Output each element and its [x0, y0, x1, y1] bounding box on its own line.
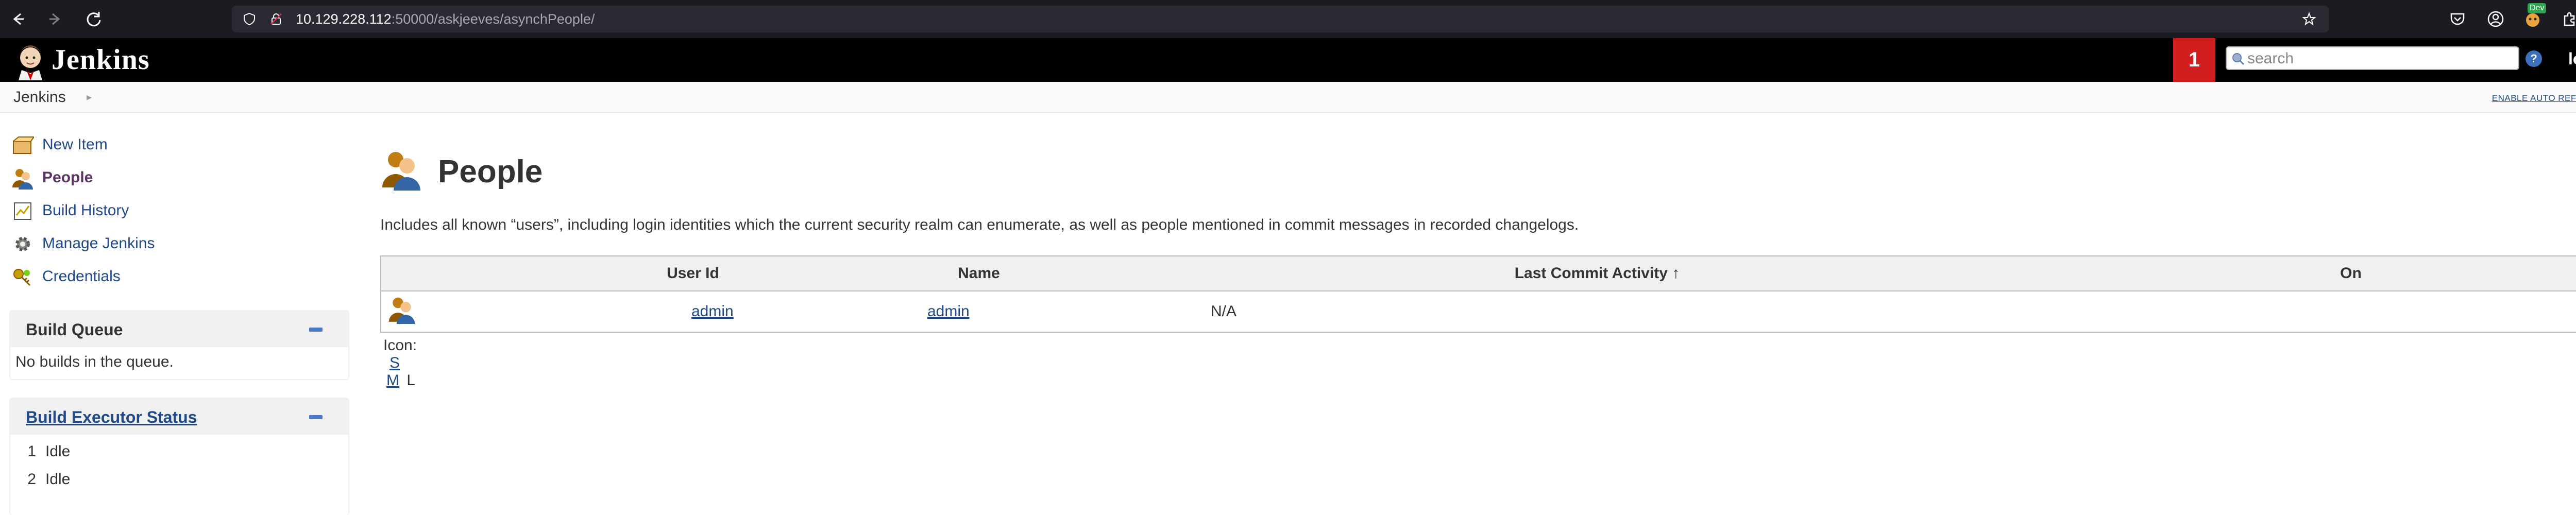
task-credentials[interactable]: Credentials: [11, 261, 351, 294]
executor-row: 2 Idle: [15, 466, 343, 493]
page-description: Includes all known “users”, including lo…: [380, 216, 1579, 233]
executor-status: Idle: [45, 443, 71, 460]
executor-number: 1: [27, 443, 36, 460]
task-manage-jenkins[interactable]: Manage Jenkins: [11, 228, 351, 261]
user-id-cell: admin: [536, 291, 850, 332]
account-icon[interactable]: [2486, 10, 2505, 28]
bookmark-star-icon[interactable]: [2302, 12, 2316, 26]
browser-toolbar: 10.129.228.112:50000/askjeeves/asynchPeo…: [0, 0, 2576, 38]
task-new-item[interactable]: New Item: [11, 129, 351, 162]
column-header-on[interactable]: On: [2087, 256, 2576, 291]
task-build-history[interactable]: Build History: [11, 195, 351, 228]
icon-size-small-link[interactable]: S: [389, 354, 400, 371]
forward-button[interactable]: [43, 7, 68, 31]
credentials-icon: [13, 269, 31, 286]
executor-status: Idle: [45, 471, 71, 488]
column-header-user-id[interactable]: User Id: [536, 256, 850, 291]
gear-icon: [15, 237, 30, 251]
task-label: Build History: [42, 202, 129, 219]
user-name-link[interactable]: admin: [927, 303, 970, 320]
executor-list: 1 Idle 2 Idle: [10, 435, 348, 500]
icon-size-large-current: L: [406, 372, 416, 389]
build-executor-pane: Build Executor Status 1 Idle 2 Idle: [9, 398, 349, 515]
executor-number: 2: [27, 471, 36, 488]
user-avatar-cell: [381, 291, 536, 332]
shield-icon: [244, 12, 255, 26]
collapse-icon[interactable]: [309, 328, 323, 332]
column-header-last-commit-activity[interactable]: Last Commit Activity ↑: [1108, 256, 2087, 291]
icon-size-medium-link[interactable]: M: [386, 372, 399, 389]
breadcrumb-arrow-icon[interactable]: ▸: [87, 91, 92, 104]
address-bar[interactable]: 10.129.228.112:50000/askjeeves/asynchPeo…: [232, 6, 2329, 32]
table-header-row: User Id Name Last Commit Activity ↑ On: [381, 256, 2576, 291]
breadcrumb-item-jenkins[interactable]: Jenkins: [13, 89, 66, 106]
people-table: User Id Name Last Commit Activity ↑ On a…: [380, 255, 2576, 333]
enable-auto-refresh-link[interactable]: ENABLE AUTO REFRESH: [2492, 93, 2576, 104]
task-label: Manage Jenkins: [42, 235, 155, 252]
login-link[interactable]: log in: [2568, 49, 2576, 68]
url-text: 10.129.228.112:50000/askjeeves/asynchPeo…: [296, 12, 595, 26]
task-label: People: [42, 169, 93, 186]
build-queue-empty-text: No builds in the queue.: [15, 353, 174, 370]
notification-badge[interactable]: 1: [2173, 38, 2215, 82]
column-header-name[interactable]: Name: [850, 256, 1108, 291]
build-executor-header: Build Executor Status: [10, 399, 348, 435]
search-input[interactable]: [2246, 49, 2516, 68]
url-path: :50000/askjeeves/asynchPeople/: [391, 11, 595, 27]
extensions-puzzle-icon[interactable]: [2561, 10, 2576, 28]
user-avatar-icon: [388, 297, 415, 324]
on-cell: [2087, 291, 2576, 332]
executor-row: 1 Idle: [15, 438, 343, 466]
task-label: New Item: [42, 136, 108, 153]
jenkins-brand[interactable]: Jenkins: [52, 43, 150, 76]
task-people[interactable]: People: [11, 162, 351, 195]
extension-badge: Dev: [2528, 3, 2547, 13]
column-header-icon: [381, 256, 536, 291]
help-icon[interactable]: ?: [2526, 50, 2542, 67]
last-commit-cell: N/A: [1211, 303, 1237, 320]
search-box: [2226, 46, 2519, 70]
reload-icon: [87, 12, 101, 27]
name-cell: admin: [850, 291, 1108, 332]
build-history-icon: [14, 202, 31, 220]
new-item-icon: [13, 136, 34, 154]
jenkins-header: Jenkins 1 ? log in: [0, 38, 2576, 82]
breadcrumb: Jenkins ▸ ENABLE AUTO REFRESH: [0, 82, 2576, 113]
forward-arrow-icon: [49, 13, 60, 25]
reload-button[interactable]: [81, 7, 106, 31]
insecure-lock-icon: [270, 13, 282, 25]
build-executor-title-link[interactable]: Build Executor Status: [26, 408, 197, 427]
people-icon: [382, 152, 420, 191]
build-queue-pane: Build Queue No builds in the queue.: [9, 310, 349, 380]
jenkins-butler-logo-icon[interactable]: [11, 42, 49, 80]
build-queue-header: Build Queue: [10, 311, 348, 347]
back-button[interactable]: [5, 7, 30, 31]
build-queue-title: Build Queue: [26, 320, 123, 339]
pocket-icon[interactable]: [2448, 10, 2467, 28]
search-icon: [2232, 53, 2245, 65]
task-label: Credentials: [42, 268, 121, 285]
icon-size-selector: Icon: S M L: [383, 337, 417, 389]
icon-size-label: Icon:: [383, 337, 417, 354]
collapse-icon[interactable]: [309, 415, 323, 419]
table-row: admin admin N/A: [381, 291, 2576, 332]
side-panel-tasks: New Item People Build History Manage Jen…: [11, 129, 351, 294]
page-title: People: [438, 154, 543, 190]
url-host: 10.129.228.112: [296, 11, 392, 27]
back-arrow-icon: [13, 13, 24, 25]
people-icon: [12, 169, 33, 190]
user-id-link[interactable]: admin: [691, 303, 734, 320]
